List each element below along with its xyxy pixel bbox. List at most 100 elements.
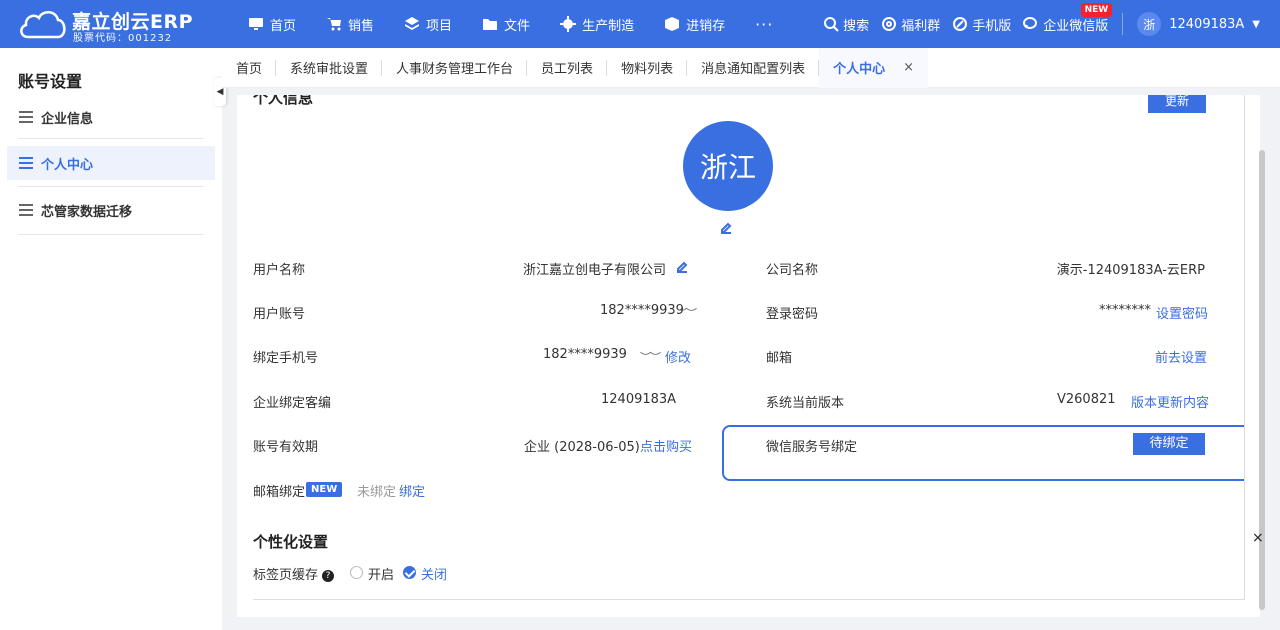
tab-approval-settings[interactable]: 系统审批设置 — [276, 48, 383, 88]
brand-subtitle: 股票代码：001232 — [73, 33, 173, 44]
eye-closed-icon[interactable]: ︶︶ — [676, 305, 697, 321]
customer-code-value: 12409183A — [601, 392, 677, 407]
mobile-version-label: 手机版 — [972, 18, 1012, 34]
tab-label: 个人中心 — [833, 62, 886, 77]
account-expiry-label: 账号有效期 — [253, 440, 319, 455]
nav-project[interactable]: 项目 — [404, 15, 452, 34]
mailbox-binding-label: 邮箱绑定 — [253, 485, 306, 500]
nav-manufacturing[interactable]: 生产制造 — [560, 15, 634, 34]
list-icon — [19, 157, 33, 169]
sidebar: 账号设置 企业信息 个人中心 芯管家数据迁移 — [0, 48, 222, 630]
profile-panel: 个人信息 更新 浙江 用户名称 浙江嘉立创电子有限公司 公司名称 演示-1240… — [253, 95, 1245, 600]
password-label: 登录密码 — [766, 307, 819, 322]
box-icon — [665, 17, 680, 31]
email-setup-link[interactable]: 前去设置 — [1155, 347, 1207, 366]
sidebar-item-company-info[interactable]: 企业信息 — [7, 100, 215, 134]
password-value: ******** — [1099, 303, 1151, 318]
wechat-version-button[interactable]: 企业微信版 NEW — [1023, 2, 1113, 34]
user-avatar[interactable]: 浙 — [1137, 12, 1162, 36]
radio-off-label[interactable]: 关闭 — [421, 564, 447, 583]
list-icon — [19, 204, 33, 216]
help-icon[interactable]: ? — [322, 570, 335, 582]
folder-icon — [483, 19, 498, 30]
tab-employee-list[interactable]: 员工列表 — [527, 48, 608, 88]
eye-closed-icon[interactable]: ︶︶ — [640, 349, 661, 365]
new-tag: NEW — [306, 482, 343, 497]
sidebar-item-label: 个人中心 — [41, 157, 94, 173]
wechat-version-label: 企业微信版 — [1043, 18, 1109, 34]
nav-sales-label: 销售 — [348, 18, 375, 34]
nav-home-label: 首页 — [270, 18, 297, 34]
cloud-logo-icon — [20, 11, 66, 39]
radio-off[interactable] — [403, 566, 416, 579]
sidebar-divider — [18, 234, 204, 235]
sidebar-divider — [18, 186, 204, 187]
email-label: 邮箱 — [766, 351, 793, 366]
nav-divider — [1122, 13, 1124, 35]
section-title-personalize: 个性化设置 — [253, 533, 329, 551]
user-name-label: 用户名称 — [253, 263, 306, 278]
nav-project-label: 项目 — [426, 18, 453, 34]
sidebar-item-personal-center[interactable]: 个人中心 — [7, 146, 215, 180]
user-id[interactable]: 12409183A — [1169, 17, 1244, 32]
search-label: 搜索 — [843, 18, 870, 34]
caret-down-icon[interactable]: ▼ — [1252, 19, 1260, 30]
wechat-bind-button[interactable]: 待绑定 — [1133, 433, 1205, 455]
right-nav: 搜索 福利群 手机版 企业微信版 NEW 浙 12409183A ▼ — [811, 0, 1260, 48]
company-name-label: 公司名称 — [766, 263, 819, 278]
sidebar-item-data-migration[interactable]: 芯管家数据迁移 — [7, 193, 215, 227]
gear-icon — [560, 16, 577, 32]
user-account-value: 182****9939 — [600, 303, 684, 318]
sidebar-item-label: 芯管家数据迁移 — [41, 204, 133, 220]
user-account-label: 用户账号 — [253, 307, 306, 322]
list-icon — [19, 111, 33, 123]
modify-phone-link[interactable]: 修改 — [665, 347, 691, 366]
version-notes-link[interactable]: 版本更新内容 — [1131, 392, 1209, 411]
update-button[interactable]: 更新 — [1148, 95, 1206, 113]
tab-material-list[interactable]: 物料列表 — [607, 48, 688, 88]
radio-on[interactable] — [350, 566, 363, 579]
nav-more-button[interactable]: ··· — [755, 15, 773, 34]
mobile-version-button[interactable]: 手机版 — [952, 15, 1011, 34]
profile-avatar: 浙江 — [683, 121, 773, 211]
set-password-link[interactable]: 设置密码 — [1156, 303, 1208, 322]
nav-inventory[interactable]: 进销存 — [664, 15, 725, 34]
nav-files[interactable]: 文件 — [482, 15, 530, 34]
tab-bar: 首页 系统审批设置 人事财务管理工作台 员工列表 物料列表 消息通知配置列表 个… — [222, 47, 1280, 88]
layers-icon — [405, 17, 420, 30]
link-icon — [953, 17, 968, 31]
customer-code-label: 企业绑定客编 — [253, 396, 332, 411]
close-icon[interactable]: × — [1252, 530, 1264, 546]
mailbox-bind-link[interactable]: 绑定 — [399, 481, 425, 500]
welfare-group-button[interactable]: 福利群 — [881, 15, 940, 34]
avatar-edit-icon[interactable] — [719, 221, 733, 235]
cart-icon — [327, 18, 342, 31]
company-name-value: 演示-12409183A-云ERP — [1056, 263, 1205, 278]
top-navbar: 嘉立创云ERP 股票代码：001232 首页 销售 项目 文件 生产制造 进销存… — [0, 0, 1280, 48]
tab-close-icon[interactable]: × — [903, 60, 914, 75]
nav-files-label: 文件 — [504, 18, 531, 34]
phone-label: 绑定手机号 — [253, 351, 319, 366]
welfare-group-label: 福利群 — [901, 18, 941, 34]
radio-on-label[interactable]: 开启 — [368, 564, 394, 583]
tab-notification-config[interactable]: 消息通知配置列表 — [687, 48, 820, 88]
new-badge: NEW — [1080, 2, 1113, 17]
purchase-link[interactable]: 点击购买 — [640, 436, 692, 455]
brand-logo[interactable]: 嘉立创云ERP 股票代码：001232 — [18, 5, 193, 44]
tab-hr-finance[interactable]: 人事财务管理工作台 — [382, 48, 528, 88]
nav-home[interactable]: 首页 — [248, 15, 296, 34]
system-version-label: 系统当前版本 — [766, 396, 845, 411]
nav-manufacturing-label: 生产制造 — [582, 18, 635, 34]
sidebar-divider — [18, 138, 204, 139]
section-title-personal-info: 个人信息 — [253, 95, 314, 107]
search-button[interactable]: 搜索 — [823, 15, 869, 34]
tab-cache-label: 标签页缓存? — [253, 564, 335, 583]
nav-inventory-label: 进销存 — [686, 18, 726, 34]
system-version-value: V260821 — [1057, 392, 1116, 407]
tab-personal-center[interactable]: 个人中心 × — [819, 47, 929, 88]
tab-home[interactable]: 首页 — [222, 48, 277, 88]
main-nav: 首页 销售 项目 文件 生产制造 进销存 ··· — [248, 0, 803, 48]
user-name-edit-icon[interactable] — [675, 260, 689, 274]
wechat-binding-label: 微信服务号绑定 — [766, 440, 858, 455]
nav-sales[interactable]: 销售 — [326, 15, 374, 34]
